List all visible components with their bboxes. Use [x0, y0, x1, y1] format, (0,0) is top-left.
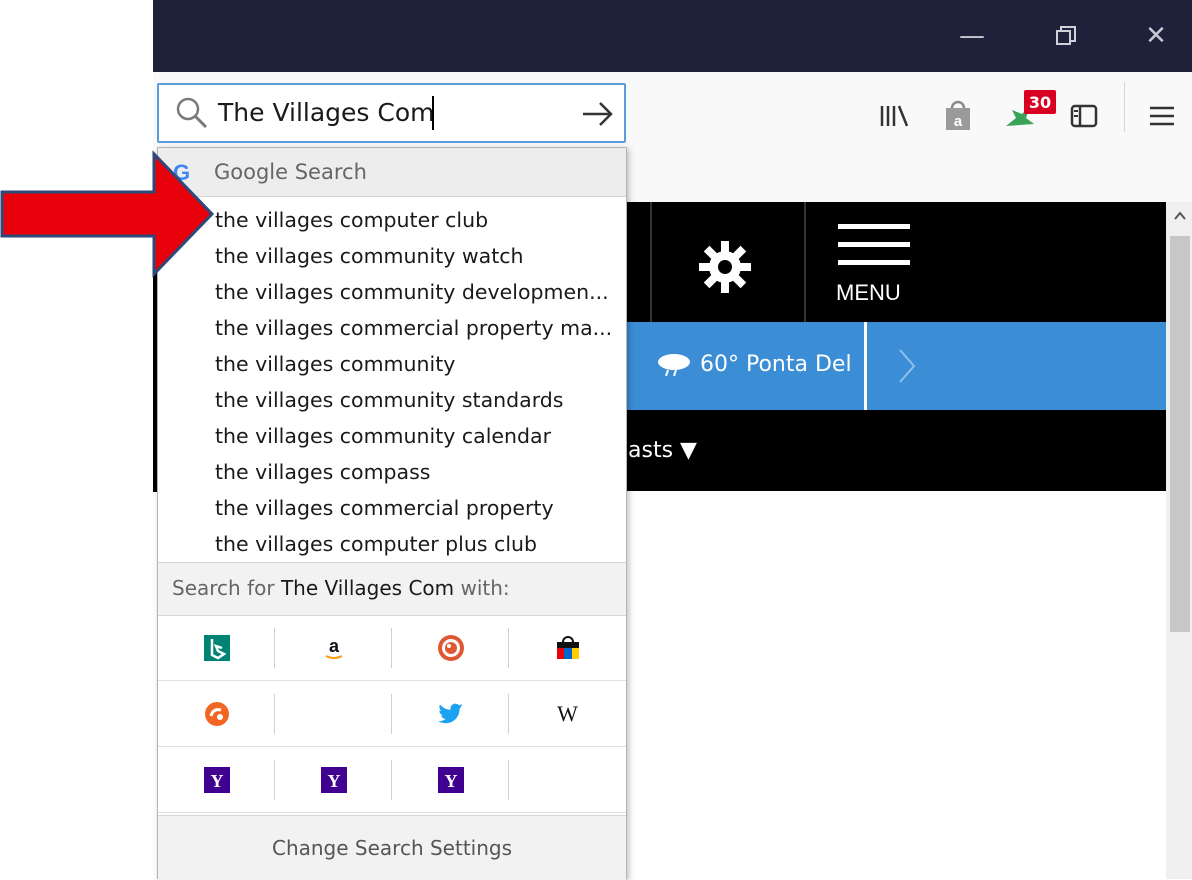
scroll-up-icon[interactable]: [1172, 206, 1188, 226]
yahoo-glyph: Y: [444, 771, 457, 791]
minimize-button[interactable]: —: [942, 0, 1002, 72]
shopping-bag-icon[interactable]: a: [938, 96, 978, 136]
yahoo-icon: Y: [203, 766, 230, 793]
suggestion-item[interactable]: the villages community: [215, 347, 615, 381]
shopping-button[interactable]: [509, 615, 626, 681]
amazon-glyph: a: [328, 636, 339, 656]
amazon-icon: a: [325, 636, 342, 659]
suggestion-item[interactable]: the villages community calendar: [215, 419, 615, 453]
restore-button[interactable]: [1036, 0, 1096, 72]
suggestion-item[interactable]: the villages computer club: [215, 203, 615, 237]
gear-icon[interactable]: [694, 236, 756, 298]
restore-icon: [1056, 26, 1076, 45]
suggestion-item[interactable]: the villages community developmen...: [215, 275, 615, 309]
svg-text:a: a: [954, 113, 963, 130]
duckduckgo-button[interactable]: [392, 615, 509, 681]
search-for-suffix: with:: [454, 576, 510, 600]
header-divider: [650, 202, 652, 322]
duckduckgo-icon: [437, 634, 464, 661]
yahoo-glyph: Y: [327, 771, 340, 791]
suggestion-item[interactable]: the villages community watch: [215, 239, 615, 273]
bing-icon: [203, 634, 230, 661]
toolbar-divider: [1124, 82, 1125, 132]
close-window-button[interactable]: ✕: [1126, 0, 1186, 72]
library-icon[interactable]: [876, 96, 916, 136]
twitter-button[interactable]: [392, 681, 509, 747]
cloud-rain-icon: [658, 354, 690, 377]
text-caret: [432, 96, 434, 130]
url-input[interactable]: The Villages Com: [218, 98, 434, 127]
yahoo-button[interactable]: Y: [392, 747, 509, 813]
suggestion-item[interactable]: the villages compass: [215, 455, 615, 489]
arrow-right-icon[interactable]: [575, 92, 619, 136]
startpage-icon: [204, 701, 229, 726]
forecasts-menu[interactable]: asts ▼: [628, 438, 697, 463]
search-for-prefix: Search for: [172, 576, 281, 600]
scrollbar-thumb[interactable]: [1170, 236, 1190, 632]
yahoo-icon: Y: [437, 766, 464, 793]
amazon-button[interactable]: a: [275, 615, 392, 681]
search-icon: [176, 97, 208, 129]
weather-divider: [864, 322, 867, 410]
hamburger-menu-icon[interactable]: [1142, 96, 1182, 136]
suggestions-header-label: Google Search: [214, 160, 367, 184]
yahoo-icon: Y: [320, 766, 347, 793]
chevron-right-icon[interactable]: [896, 348, 918, 384]
wikipedia-button[interactable]: W: [509, 681, 626, 747]
red-arrow-annotation: [0, 150, 215, 278]
wikipedia-icon: W: [557, 700, 578, 726]
site-subnav: [626, 410, 1166, 491]
search-for-label: Search for The Villages Com with:: [172, 576, 510, 600]
suggestion-item[interactable]: the villages commercial property ma...: [215, 311, 615, 345]
weather-text[interactable]: 60° Ponta Del: [700, 352, 852, 377]
sidebar-icon[interactable]: [1064, 96, 1104, 136]
header-divider: [804, 202, 806, 322]
suggestion-item[interactable]: the villages commercial property: [215, 491, 615, 525]
twitter-icon: [437, 703, 463, 723]
startpage-button[interactable]: [158, 681, 275, 747]
menu-icon[interactable]: [838, 222, 910, 272]
bing-button[interactable]: [158, 615, 275, 681]
yahoo-button[interactable]: Y: [158, 747, 275, 813]
empty-engine-slot: [509, 747, 626, 813]
search-engine-grid: a W Y Y Y: [158, 615, 626, 813]
shopping-icon: [556, 635, 579, 659]
notification-badge: 30: [1024, 90, 1056, 114]
suggestion-item[interactable]: the villages computer plus club: [215, 527, 615, 561]
search-for-query: The Villages Com: [280, 576, 455, 600]
menu-label[interactable]: MENU: [836, 280, 901, 306]
empty-engine-slot: [275, 681, 392, 747]
yahoo-button[interactable]: Y: [275, 747, 392, 813]
suggestion-item[interactable]: the villages community standards: [215, 383, 615, 417]
yahoo-glyph: Y: [210, 771, 223, 791]
change-search-settings-button[interactable]: Change Search Settings: [158, 815, 626, 880]
